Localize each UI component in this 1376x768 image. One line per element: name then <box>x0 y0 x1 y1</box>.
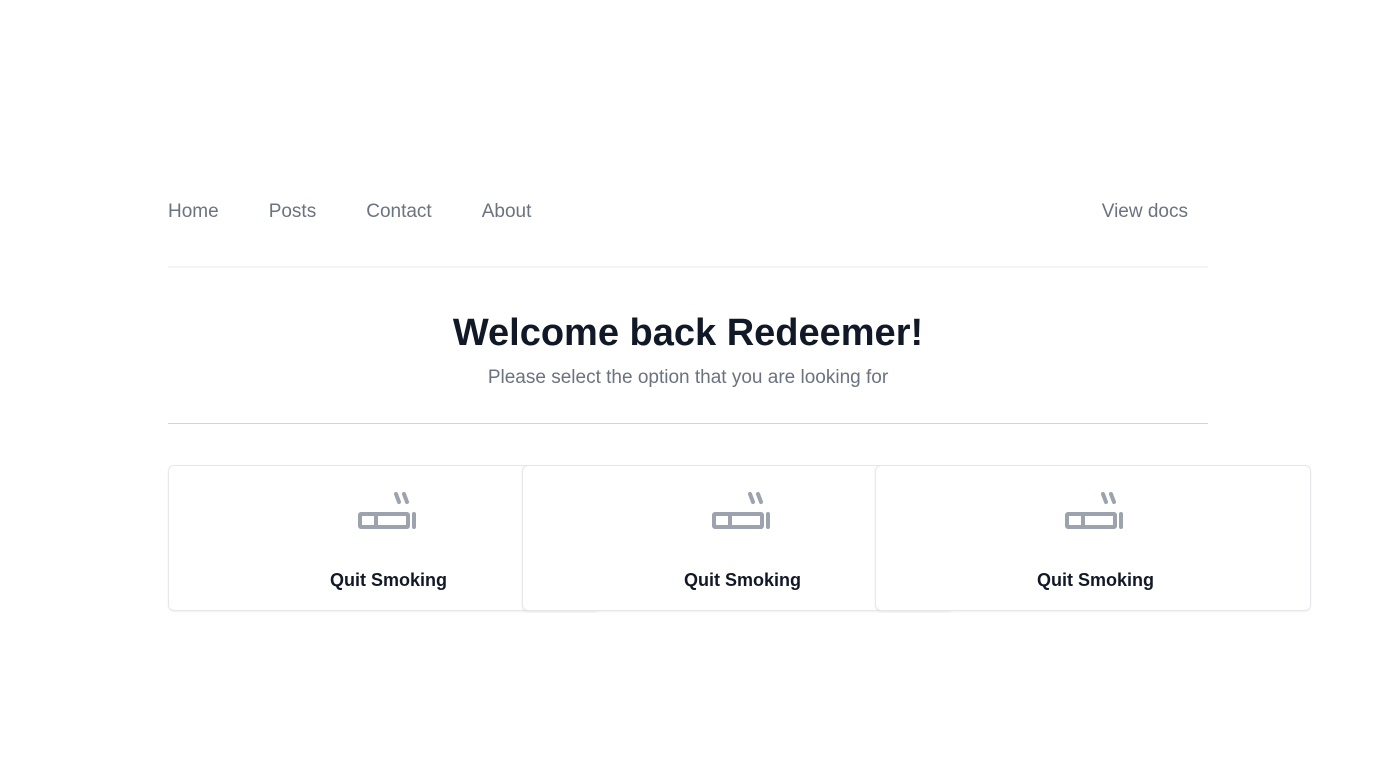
cigarette-icon <box>1065 492 1123 529</box>
nav-link-home[interactable]: Home <box>168 200 219 224</box>
card-label: Quit Smoking <box>1037 570 1154 590</box>
cigarette-icon <box>358 492 416 529</box>
view-docs-link[interactable]: View docs <box>1102 200 1188 224</box>
nav-link-posts[interactable]: Posts <box>269 200 317 224</box>
top-nav: Home Posts Contact About View docs <box>168 190 1208 268</box>
nav-links: Home Posts Contact About <box>168 200 581 224</box>
card-label: Quit Smoking <box>684 570 801 590</box>
page: Home Posts Contact About View docs Welco… <box>0 0 1376 768</box>
card-label: Quit Smoking <box>330 570 447 590</box>
nav-link-contact[interactable]: Contact <box>366 200 431 224</box>
nav-link-about[interactable]: About <box>482 200 532 224</box>
option-card-quit-smoking[interactable]: Quit Smoking <box>875 465 1311 611</box>
cigarette-icon <box>712 492 770 529</box>
section-divider <box>168 423 1208 424</box>
hero: Welcome back Redeemer! Please select the… <box>168 300 1208 390</box>
page-subtitle: Please select the option that you are lo… <box>487 367 889 388</box>
page-title: Welcome back Redeemer! <box>452 312 924 354</box>
